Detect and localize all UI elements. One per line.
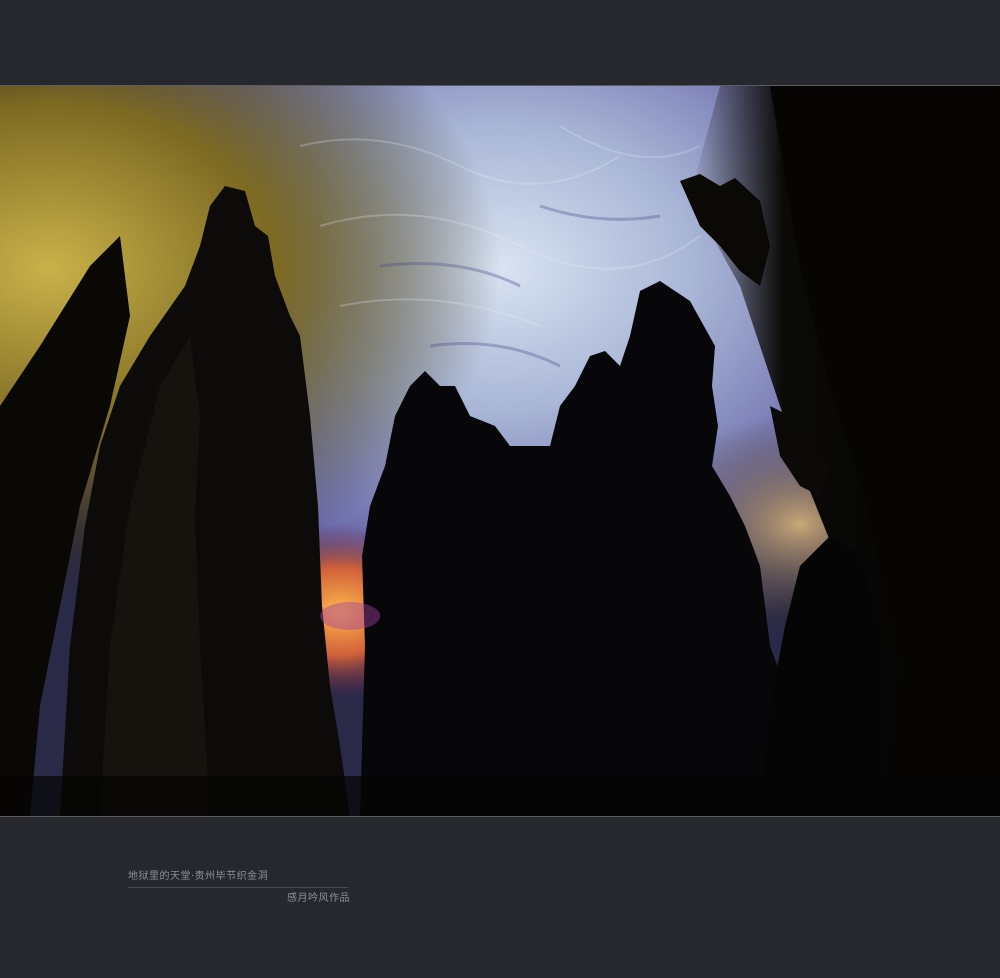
photo-caption: 地狱里的天堂·贵州毕节织金洞 感月吟风作品 — [128, 870, 350, 906]
cave-photo — [0, 85, 1000, 817]
cave-photo-icon — [0, 86, 1000, 816]
photo-page: 地狱里的天堂·贵州毕节织金洞 感月吟风作品 — [0, 0, 1000, 978]
caption-title: 地狱里的天堂·贵州毕节织金洞 — [128, 871, 269, 882]
caption-author: 感月吟风作品 — [287, 893, 350, 904]
top-band — [0, 0, 1000, 85]
caption-divider — [128, 887, 348, 888]
